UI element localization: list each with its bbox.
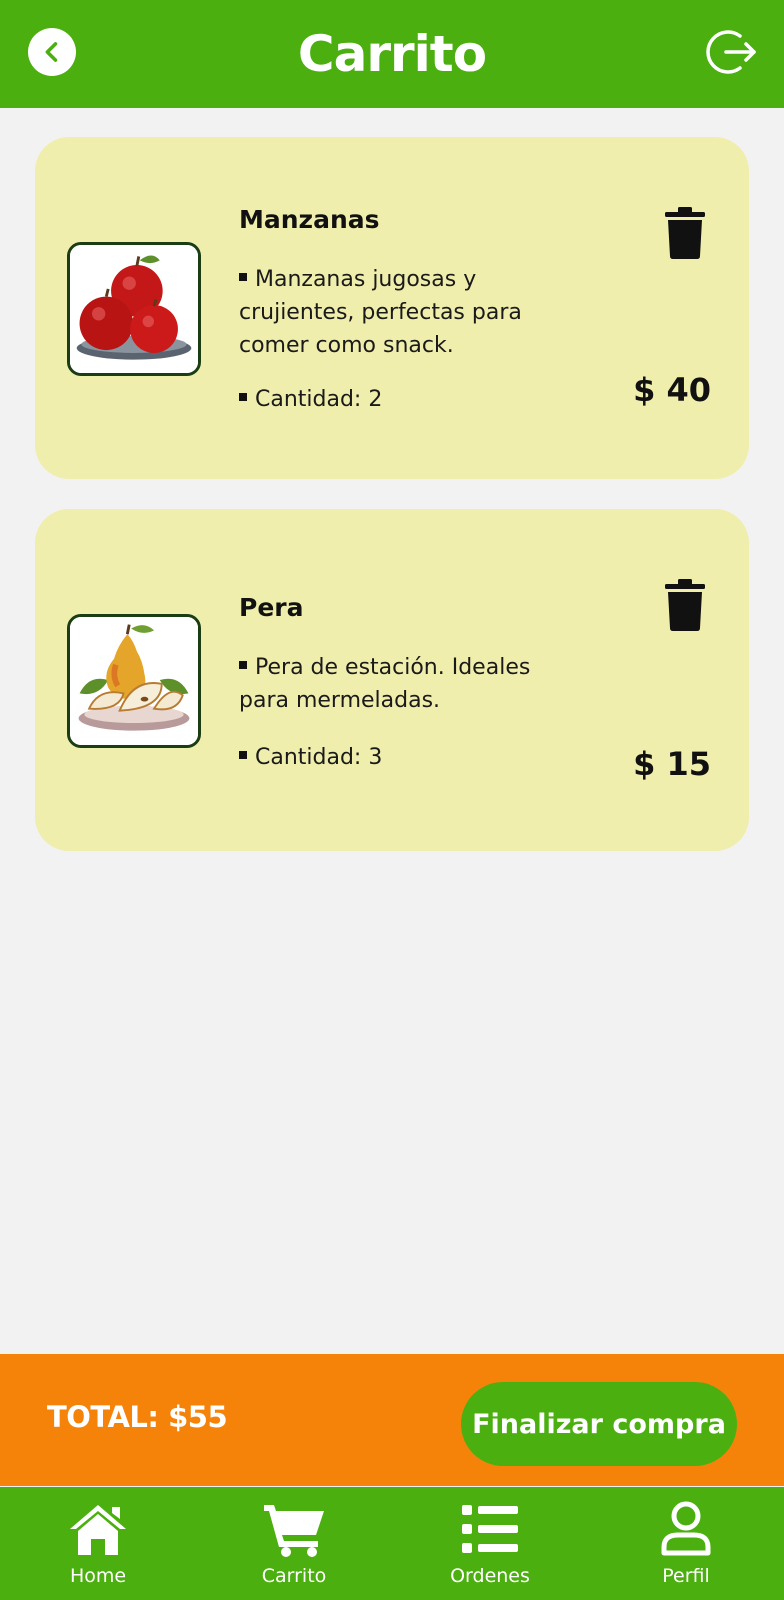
chevron-left-icon xyxy=(45,42,58,62)
nav-item-cart[interactable]: Carrito xyxy=(224,1487,364,1587)
cart-icon xyxy=(264,1505,324,1557)
nav-label: Home xyxy=(69,1565,127,1587)
list-icon xyxy=(462,1505,518,1553)
product-quantity: Cantidad: 3 xyxy=(239,745,382,770)
product-quantity-text: Cantidad: 2 xyxy=(255,387,383,412)
product-description: Manzanas jugosas y crujientes, perfectas… xyxy=(239,263,539,362)
delete-item-button[interactable] xyxy=(665,207,705,259)
apple-icon xyxy=(70,245,198,373)
product-image-pears xyxy=(67,614,201,748)
bullet-icon xyxy=(239,393,247,401)
logout-icon xyxy=(706,30,756,74)
delete-item-button[interactable] xyxy=(665,579,705,631)
bottom-navigation: Home Carrito Ordenes Perfil xyxy=(0,1487,784,1600)
app-header: Carrito xyxy=(0,0,784,108)
bullet-icon xyxy=(239,273,247,281)
logout-button[interactable] xyxy=(706,26,758,78)
cart-item-card: Manzanas Manzanas jugosas y crujientes, … xyxy=(35,137,749,479)
back-button[interactable] xyxy=(28,28,76,76)
nav-label: Carrito xyxy=(261,1565,327,1587)
nav-item-profile[interactable]: Perfil xyxy=(616,1487,756,1587)
nav-item-orders[interactable]: Ordenes xyxy=(420,1487,560,1587)
user-icon xyxy=(661,1501,711,1556)
nav-item-home[interactable]: Home xyxy=(28,1487,168,1587)
bullet-icon xyxy=(239,661,247,669)
nav-label: Ordenes xyxy=(450,1565,530,1587)
cart-total: TOTAL: $55 xyxy=(47,1400,228,1434)
page-title: Carrito xyxy=(297,25,487,83)
cart-item-card: Pera Pera de estación. Ideales para merm… xyxy=(35,509,749,851)
product-name: Manzanas xyxy=(239,205,380,234)
product-image-apples xyxy=(67,242,201,376)
trash-icon xyxy=(665,207,705,259)
home-icon xyxy=(70,1505,126,1555)
product-quantity-text: Cantidad: 3 xyxy=(255,745,383,770)
product-quantity: Cantidad: 2 xyxy=(239,387,382,412)
product-description: Pera de estación. Ideales para mermelada… xyxy=(239,651,539,717)
pear-icon xyxy=(70,617,198,745)
checkout-button[interactable]: Finalizar compra xyxy=(461,1382,737,1466)
trash-icon xyxy=(665,579,705,631)
checkout-bar: TOTAL: $55 Finalizar compra xyxy=(0,1354,784,1486)
product-description-text: Manzanas jugosas y crujientes, perfectas… xyxy=(239,267,522,358)
nav-label: Perfil xyxy=(662,1565,710,1587)
bullet-icon xyxy=(239,751,247,759)
product-description-text: Pera de estación. Ideales para mermelada… xyxy=(239,655,531,713)
product-price: $ 40 xyxy=(633,371,711,409)
product-name: Pera xyxy=(239,593,304,622)
product-price: $ 15 xyxy=(633,745,711,783)
